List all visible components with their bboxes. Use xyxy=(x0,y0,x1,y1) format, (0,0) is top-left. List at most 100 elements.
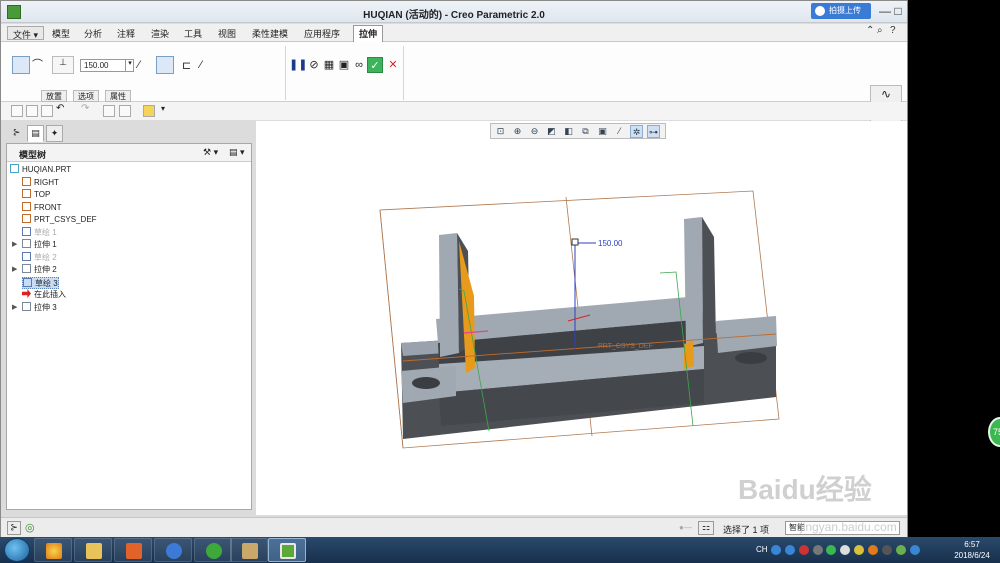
depth-option-icon[interactable]: ⊥ xyxy=(52,56,74,74)
favorites-tab-icon[interactable]: ✦ xyxy=(46,125,63,142)
taskbar-explorer[interactable] xyxy=(74,538,112,562)
tree-settings-icon[interactable]: ⚒ ▾ xyxy=(203,147,218,158)
tray-icon[interactable] xyxy=(826,545,836,555)
close-window-icon[interactable] xyxy=(143,105,155,117)
tree-item[interactable]: PRT_CSYS_DEF xyxy=(22,214,97,226)
tab-options[interactable]: 选项 xyxy=(73,90,99,102)
pause-icon[interactable]: ❚❚ xyxy=(289,57,307,73)
tray-icon[interactable] xyxy=(813,545,823,555)
tree-item[interactable]: ▶ 拉伸 3 xyxy=(12,301,57,314)
tray-icon[interactable] xyxy=(854,545,864,555)
windows-icon[interactable] xyxy=(119,105,131,117)
undo-icon[interactable]: ↶ xyxy=(56,103,64,114)
notification-icon[interactable] xyxy=(840,545,850,555)
help-tray-icon[interactable] xyxy=(785,545,795,555)
tree-item[interactable]: RIGHT xyxy=(22,176,59,189)
drag-handle[interactable] xyxy=(571,238,579,246)
tree-item[interactable]: 在此插入 xyxy=(22,289,66,301)
expand-arrow-icon[interactable]: ▶ xyxy=(12,302,17,314)
expand-icon[interactable]: ⌃ xyxy=(866,25,874,36)
flip-thicken-icon[interactable]: ⁄ xyxy=(200,59,202,71)
customize-toolbar-icon[interactable]: ▾ xyxy=(161,104,165,113)
tab-annotate[interactable]: 注释 xyxy=(112,26,140,40)
volume-icon[interactable] xyxy=(910,545,920,555)
tray-icon[interactable] xyxy=(799,545,809,555)
display-style-icon[interactable]: ◧ xyxy=(562,125,575,138)
tree-item[interactable]: HUQIAN.PRT xyxy=(10,164,71,176)
file-menu[interactable]: 文件 ▾ xyxy=(7,26,45,40)
browser-toggle-icon[interactable]: ◎ xyxy=(25,521,35,534)
model-tree-tab-icon[interactable]: ⊱ xyxy=(8,125,25,142)
zoom-in-icon[interactable]: ⊕ xyxy=(511,125,524,138)
tree-item[interactable]: ▶ 拉伸 1 xyxy=(12,239,57,251)
help-icon[interactable]: ? xyxy=(890,25,896,36)
system-clock[interactable]: 6:57 2018/6/24 xyxy=(944,539,1000,561)
taskbar-browser[interactable] xyxy=(194,538,232,562)
depth-dropdown-icon[interactable]: ▾ xyxy=(125,59,134,72)
annotation-display-icon[interactable]: ⊶ xyxy=(647,125,660,138)
taskbar-media-player[interactable] xyxy=(114,538,152,562)
preview-icon[interactable]: ▦ xyxy=(321,57,337,73)
tab-tools[interactable]: 工具 xyxy=(179,26,207,40)
spin-center-icon[interactable]: ✲ xyxy=(630,125,643,138)
tree-item[interactable]: TOP xyxy=(22,189,50,201)
taskbar-paint[interactable] xyxy=(230,538,268,562)
selection-filter-icon[interactable]: ⚏ xyxy=(698,521,714,535)
battery-icon[interactable] xyxy=(896,545,906,555)
tree-item[interactable]: 草绘 3 xyxy=(22,276,59,289)
expand-arrow-icon[interactable]: ▶ xyxy=(12,264,17,276)
tab-analysis[interactable]: 分析 xyxy=(79,26,107,40)
cancel-button[interactable]: ✕ xyxy=(385,57,401,73)
search-icon[interactable]: ⌕ xyxy=(877,25,883,36)
redo-icon[interactable]: ↷ xyxy=(81,103,89,114)
tab-view[interactable]: 视图 xyxy=(213,26,241,40)
open-file-icon[interactable] xyxy=(26,105,38,117)
solid-extrude-button[interactable] xyxy=(12,56,30,74)
tray-icon[interactable] xyxy=(868,545,878,555)
tab-flexible-modeling[interactable]: 柔性建模 xyxy=(247,26,293,40)
tab-applications[interactable]: 应用程序 xyxy=(299,26,345,40)
thicken-icon[interactable]: ⊏ xyxy=(182,59,191,72)
language-indicator[interactable]: CH xyxy=(756,545,768,554)
zoom-out-icon[interactable]: ⊖ xyxy=(528,125,541,138)
model-render[interactable]: 150.00 PRT_CSYS_DEF xyxy=(256,121,907,515)
maximize-button[interactable]: □ xyxy=(888,3,908,20)
tree-columns-icon[interactable]: ▤ ▾ xyxy=(229,147,245,158)
remove-material-icon[interactable] xyxy=(156,56,174,74)
surface-extrude-button[interactable]: ⌒ xyxy=(32,56,50,74)
tab-render[interactable]: 渲染 xyxy=(146,26,174,40)
folder-browser-tab-icon[interactable]: ▤ xyxy=(27,125,44,142)
datum-display-icon[interactable]: ⁄ xyxy=(613,125,626,138)
tree-item[interactable]: 草绘 1 xyxy=(22,226,57,239)
saved-orientations-icon[interactable]: ⧉ xyxy=(579,125,592,138)
ime-icon[interactable] xyxy=(771,545,781,555)
start-button[interactable] xyxy=(4,538,30,562)
tree-item[interactable]: ▶ 拉伸 2 xyxy=(12,264,57,276)
glasses-icon[interactable]: ∞ xyxy=(351,57,367,73)
show-navigator-icon[interactable]: ⊱ xyxy=(7,521,21,535)
taskbar-app-1[interactable] xyxy=(34,538,72,562)
side-float-badge[interactable]: 75 xyxy=(988,417,1000,447)
refit-icon[interactable]: ⊡ xyxy=(494,125,507,138)
view-manager-icon[interactable]: ▣ xyxy=(596,125,609,138)
flip-direction-icon[interactable]: ⁄ xyxy=(138,59,140,71)
expand-arrow-icon[interactable]: ▶ xyxy=(12,239,17,251)
network-icon[interactable] xyxy=(882,545,892,555)
no-preview-icon[interactable]: ⊘ xyxy=(306,57,322,73)
tree-item[interactable]: 草绘 2 xyxy=(22,251,57,264)
tab-placement[interactable]: 放置 xyxy=(41,90,67,102)
regenerate-icon[interactable] xyxy=(103,105,115,117)
taskbar-baidu-cloud[interactable] xyxy=(154,538,192,562)
verify-preview-icon[interactable]: ▣ xyxy=(336,57,352,73)
graphics-window[interactable]: 150.00 PRT_CSYS_DEF xyxy=(256,121,907,515)
tab-model[interactable]: 模型 xyxy=(47,26,75,40)
new-file-icon[interactable] xyxy=(11,105,23,117)
tab-properties[interactable]: 属性 xyxy=(105,90,131,102)
repaint-icon[interactable]: ◩ xyxy=(545,125,558,138)
upload-button[interactable]: 拍摄上传 xyxy=(811,3,871,19)
confirm-button[interactable]: ✓ xyxy=(367,57,383,73)
taskbar-creo[interactable] xyxy=(268,538,306,562)
save-icon[interactable] xyxy=(41,105,53,117)
tree-item[interactable]: FRONT xyxy=(22,201,62,214)
tab-extrude[interactable]: 拉伸 xyxy=(353,25,384,42)
